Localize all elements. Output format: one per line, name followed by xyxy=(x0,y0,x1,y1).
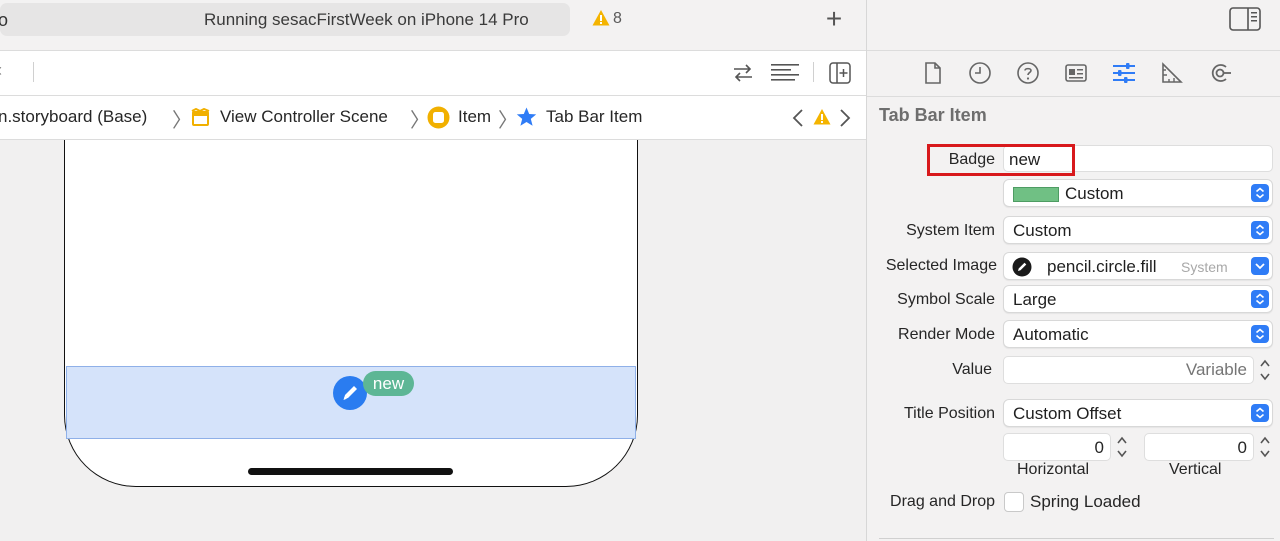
jumpbar-item-tab-bar-item[interactable]: Tab Bar Item xyxy=(546,107,642,127)
spring-loaded-checkbox[interactable] xyxy=(1004,492,1024,512)
render-mode-value: Automatic xyxy=(1013,325,1089,344)
system-item-value: Custom xyxy=(1013,221,1072,240)
popup-chevrons-icon xyxy=(1251,290,1269,308)
value-field[interactable] xyxy=(1003,356,1254,384)
activity-status-text: Running sesacFirstWeek on iPhone 14 Pro xyxy=(204,10,529,29)
render-mode-label: Render Mode xyxy=(898,326,995,343)
jumpbar-item-item[interactable]: Item xyxy=(458,107,491,127)
tab-badge: new xyxy=(363,371,414,396)
popup-chevrons-icon xyxy=(1251,404,1269,422)
horizontal-offset-field[interactable]: 0 xyxy=(1003,433,1111,461)
divider xyxy=(867,50,1280,51)
size-inspector-icon[interactable] xyxy=(1160,61,1184,85)
chevron-down-icon xyxy=(1251,257,1269,275)
help-inspector-icon[interactable] xyxy=(1016,61,1040,85)
add-button[interactable]: + xyxy=(820,4,848,34)
symbol-scale-value: Large xyxy=(1013,290,1057,309)
issue-warning-icon[interactable] xyxy=(813,108,831,126)
toolbar-divider xyxy=(33,62,34,82)
render-mode-popup[interactable]: Automatic xyxy=(1003,320,1273,348)
system-item-label: System Item xyxy=(906,222,995,239)
divider xyxy=(867,96,1280,97)
chevron-right-icon: 〉 xyxy=(498,110,518,132)
item-icon xyxy=(427,106,450,129)
popup-chevrons-icon xyxy=(1251,221,1269,239)
system-item-popup[interactable]: Custom xyxy=(1003,216,1273,244)
selected-image-combo[interactable]: pencil.circle.fill System xyxy=(1003,252,1273,280)
horizontal-stepper[interactable] xyxy=(1114,432,1130,462)
pencil-circle-fill-icon xyxy=(1012,257,1032,277)
toolbar-divider xyxy=(813,62,814,82)
attributes-inspector-icon[interactable] xyxy=(1112,61,1136,85)
title-position-label: Title Position xyxy=(904,405,995,422)
annotation-highlight-box xyxy=(927,144,1075,176)
badge-color-value: Custom xyxy=(1065,184,1124,203)
popup-chevrons-icon xyxy=(1251,184,1269,202)
title-position-popup[interactable]: Custom Offset xyxy=(1003,399,1273,427)
jumpbar-item-storyboard[interactable]: n.storyboard (Base) xyxy=(0,107,147,127)
status-left-fragment: o xyxy=(0,10,9,30)
star-icon xyxy=(516,107,537,126)
add-editor-icon[interactable] xyxy=(829,62,851,84)
warning-icon[interactable] xyxy=(592,9,610,27)
identity-inspector-icon[interactable] xyxy=(1064,61,1088,85)
chevron-right-icon[interactable] xyxy=(838,108,852,128)
value-label: Value xyxy=(952,361,992,378)
badge-color-popup[interactable]: Custom xyxy=(1003,179,1273,207)
symbol-scale-label: Symbol Scale xyxy=(897,291,995,308)
horizontal-label: Horizontal xyxy=(1017,461,1090,478)
home-indicator xyxy=(248,468,453,475)
chevron-right-icon: 〉 xyxy=(172,110,192,132)
right-panel-toggle-icon[interactable] xyxy=(1229,7,1261,31)
scene-icon xyxy=(191,108,210,126)
vertical-stepper[interactable] xyxy=(1257,432,1273,462)
spring-loaded-label[interactable]: Spring Loaded xyxy=(1030,492,1141,512)
swap-arrows-icon[interactable] xyxy=(732,63,754,83)
section-title: Tab Bar Item xyxy=(879,105,987,125)
symbol-scale-popup[interactable]: Large xyxy=(1003,285,1273,313)
storyboard-canvas[interactable] xyxy=(0,140,866,541)
chevron-left-icon[interactable] xyxy=(791,108,805,128)
history-inspector-icon[interactable] xyxy=(968,61,992,85)
selected-image-hint: System xyxy=(1181,259,1228,275)
editor-options-icon[interactable] xyxy=(770,62,800,84)
file-inspector-icon[interactable] xyxy=(921,61,945,85)
vertical-label: Vertical xyxy=(1169,461,1222,478)
divider xyxy=(879,538,1274,539)
popup-chevrons-icon xyxy=(1251,325,1269,343)
value-stepper[interactable] xyxy=(1257,355,1273,385)
drag-and-drop-label: Drag and Drop xyxy=(890,493,995,510)
selected-image-value: pencil.circle.fill xyxy=(1047,257,1157,276)
color-swatch xyxy=(1013,187,1059,202)
warning-count[interactable]: 8 xyxy=(613,10,622,28)
connections-inspector-icon[interactable] xyxy=(1208,61,1232,85)
pencil-circle-icon[interactable] xyxy=(333,376,367,410)
jumpbar-item-scene[interactable]: View Controller Scene xyxy=(220,107,388,127)
toolbar-left-fragment: ‹ xyxy=(0,60,2,81)
title-position-value: Custom Offset xyxy=(1013,404,1122,423)
vertical-offset-value: 0 xyxy=(1237,438,1247,457)
horizontal-offset-value: 0 xyxy=(1094,438,1104,457)
vertical-offset-field[interactable]: 0 xyxy=(1144,433,1254,461)
selected-image-label: Selected Image xyxy=(885,257,997,274)
